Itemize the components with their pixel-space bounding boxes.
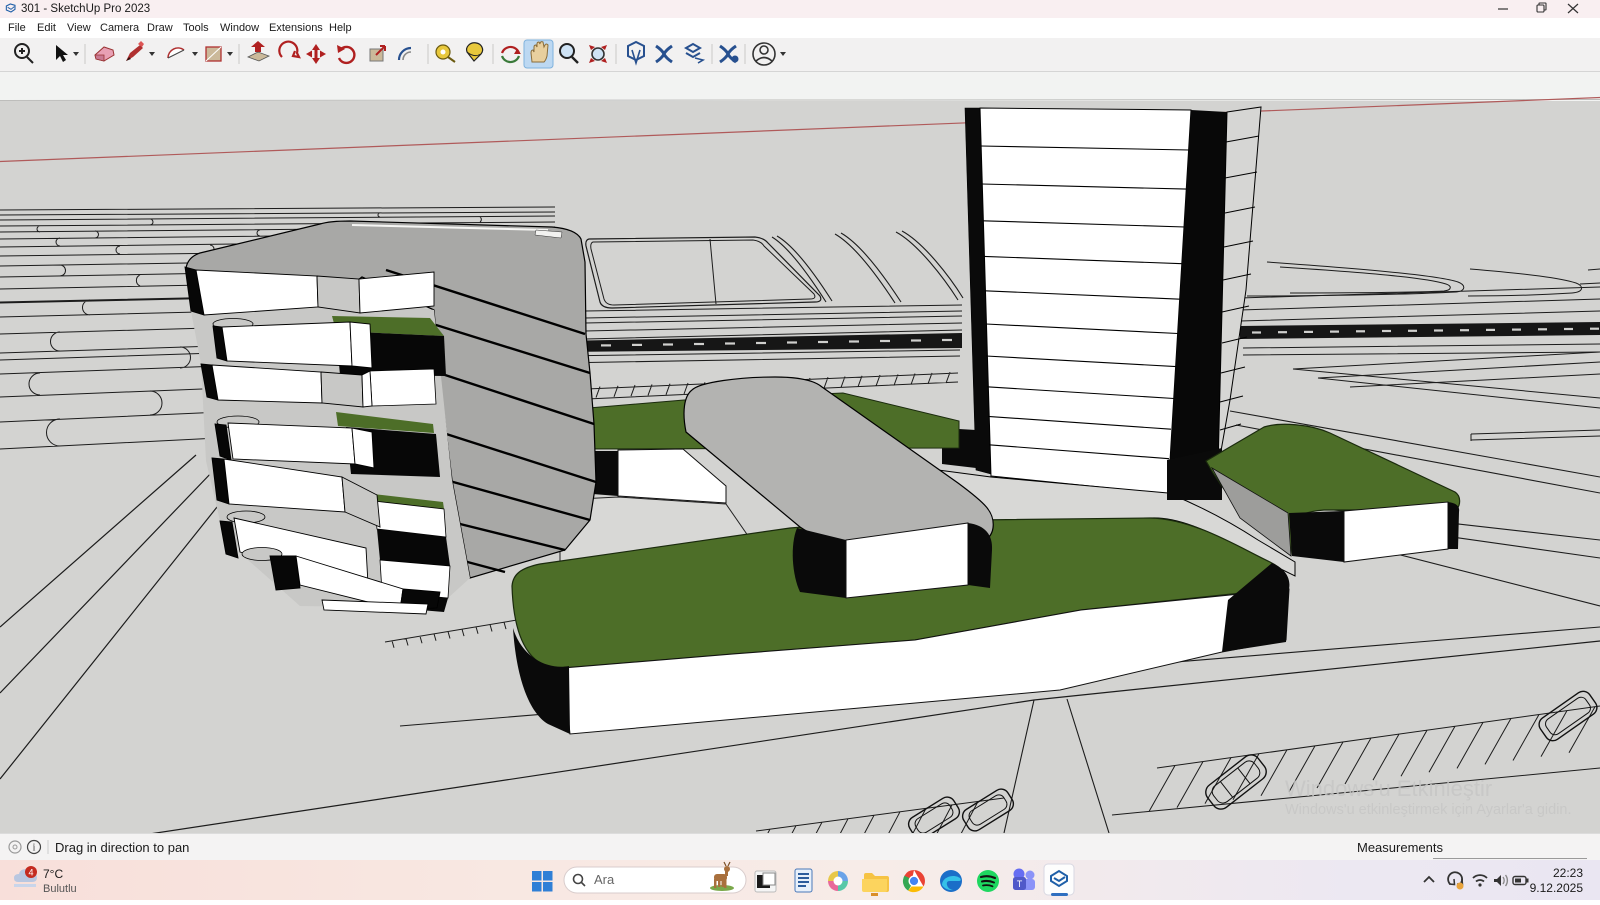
svg-text:7°C: 7°C	[43, 867, 63, 881]
svg-text:9.12.2025: 9.12.2025	[1530, 881, 1584, 895]
svg-text:4: 4	[28, 868, 33, 878]
svg-text:Ara: Ara	[594, 872, 615, 887]
svg-text:i: i	[33, 843, 36, 854]
svg-text:Windows'u Etkinleştir: Windows'u Etkinleştir	[1285, 776, 1492, 801]
svg-text:T: T	[1017, 879, 1023, 889]
svg-text:Windows'u etkinleştirmek için: Windows'u etkinleştirmek için Ayarlar'a …	[1285, 802, 1572, 818]
svg-text:22:23: 22:23	[1553, 866, 1583, 880]
svg-text:Bulutlu: Bulutlu	[43, 883, 77, 895]
